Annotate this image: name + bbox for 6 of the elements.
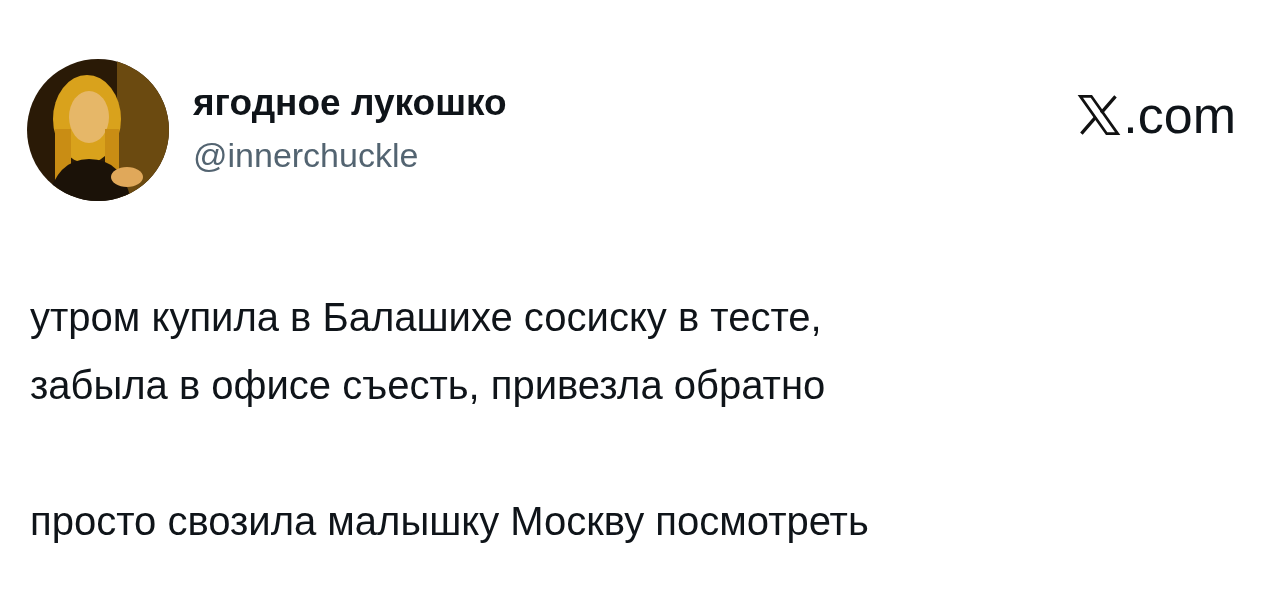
site-name: .com [1123, 87, 1236, 143]
author-name: ягодное лукошко [193, 81, 507, 125]
author-handle: @innerchuckle [193, 135, 420, 175]
post-paragraph: утром купила в Балашихе сосиску в тесте, забыла в офисе съесть, привезла обратно [30, 294, 827, 409]
post-paragraph: просто свозила малышку Москву посмотреть [30, 498, 870, 545]
x-logo-icon [1077, 93, 1122, 137]
